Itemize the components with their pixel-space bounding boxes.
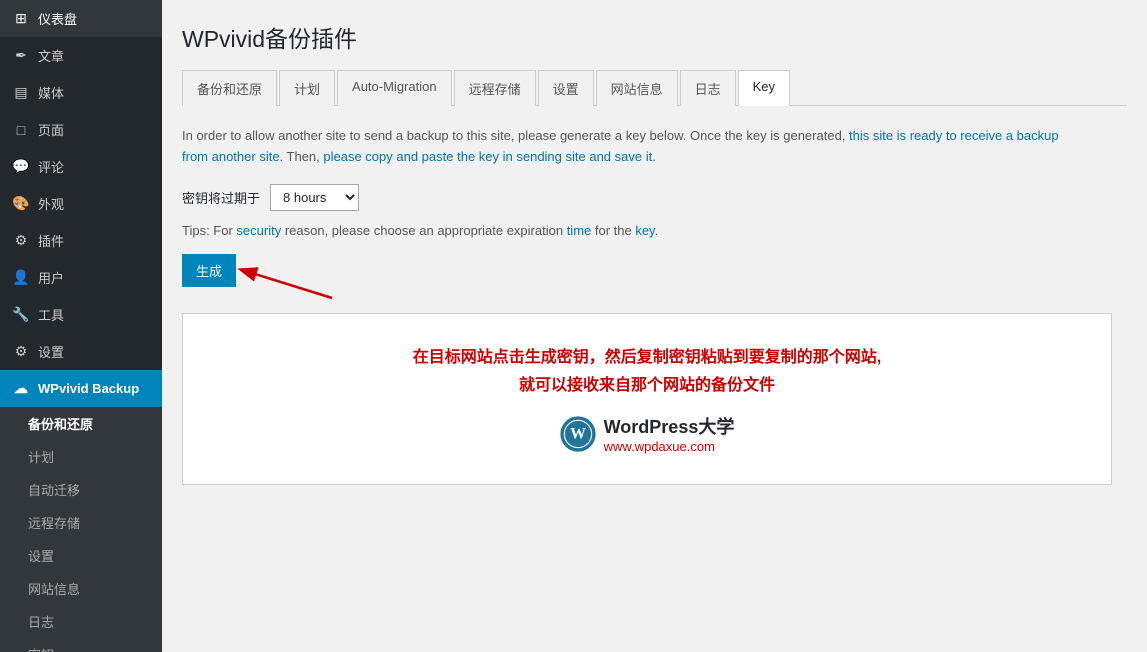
tools-icon: 🔧 [12, 306, 30, 323]
sidebar-item-pages[interactable]: □ 页面 [0, 111, 162, 148]
sidebar-item-appearance[interactable]: 🎨 外观 [0, 185, 162, 222]
content-area: WPvivid备份插件 备份和还原 计划 Auto-Migration 远程存储… [162, 0, 1147, 652]
wordpress-logo: W [560, 416, 596, 452]
generate-section: 生成 [182, 254, 236, 301]
wp-site-url: www.wpdaxue.com [604, 439, 735, 454]
media-icon: ▤ [12, 84, 30, 101]
sidebar-sub-key[interactable]: 密钥 [0, 638, 162, 652]
tab-siteinfo[interactable]: 网站信息 [596, 70, 678, 106]
sidebar-item-label: 评论 [38, 157, 64, 176]
sidebar-item-label: 插件 [38, 231, 64, 250]
tab-remote[interactable]: 远程存储 [454, 70, 536, 106]
sidebar-item-media[interactable]: ▤ 媒体 [0, 74, 162, 111]
sidebar-item-users[interactable]: 👤 用户 [0, 259, 162, 296]
sidebar-sub-siteinfo[interactable]: 网站信息 [0, 572, 162, 605]
sidebar-item-plugins[interactable]: ⚙ 插件 [0, 222, 162, 259]
comments-icon: 💬 [12, 158, 30, 175]
settings-icon: ⚙ [12, 343, 30, 360]
page-title: WPvivid备份插件 [182, 20, 1127, 54]
tab-log[interactable]: 日志 [680, 70, 736, 106]
users-icon: 👤 [12, 269, 30, 286]
posts-icon: ✒ [12, 47, 30, 64]
sidebar-item-label: 用户 [38, 268, 64, 287]
sidebar: ⊞ 仪表盘 ✒ 文章 ▤ 媒体 □ 页面 💬 评论 🎨 外观 ⚙ 插件 👤 用户… [0, 0, 162, 652]
tab-key[interactable]: Key [738, 70, 790, 106]
tips-text: Tips: For security reason, please choose… [182, 223, 1127, 238]
sidebar-item-label: 文章 [38, 46, 64, 65]
expiry-label: 密钥将过期于 [182, 188, 260, 207]
sidebar-sub-automigration[interactable]: 自动迁移 [0, 473, 162, 506]
svg-text:W: W [570, 425, 586, 442]
sidebar-item-label: 仪表盘 [38, 9, 77, 28]
tab-automigration[interactable]: Auto-Migration [337, 70, 452, 106]
generate-button[interactable]: 生成 [182, 254, 236, 287]
pages-icon: □ [12, 122, 30, 138]
sidebar-item-posts[interactable]: ✒ 文章 [0, 37, 162, 74]
sidebar-item-dashboard[interactable]: ⊞ 仪表盘 [0, 0, 162, 37]
wp-site-info: WordPress大学 www.wpdaxue.com [604, 413, 735, 454]
tab-backup[interactable]: 备份和还原 [182, 70, 277, 106]
main-content: WPvivid备份插件 备份和还原 计划 Auto-Migration 远程存储… [162, 0, 1147, 652]
dashboard-icon: ⊞ [12, 10, 30, 27]
sidebar-sub-menu: 备份和还原 计划 自动迁移 远程存储 设置 网站信息 日志 密钥 [0, 407, 162, 652]
sidebar-item-label: 页面 [38, 120, 64, 139]
sidebar-item-settings[interactable]: ⚙ 设置 [0, 333, 162, 370]
appearance-icon: 🎨 [12, 195, 30, 212]
plugins-icon: ⚙ [12, 232, 30, 249]
wp-site-name: WordPress大学 [604, 413, 735, 439]
sidebar-item-label: 外观 [38, 194, 64, 213]
tabs-bar: 备份和还原 计划 Auto-Migration 远程存储 设置 网站信息 日志 … [182, 70, 1127, 106]
sidebar-wpvivid[interactable]: ☁ WPvivid Backup [0, 370, 162, 407]
sidebar-sub-log[interactable]: 日志 [0, 605, 162, 638]
sidebar-item-label: 工具 [38, 305, 64, 324]
tab-schedule[interactable]: 计划 [279, 70, 335, 106]
tab-settings[interactable]: 设置 [538, 70, 594, 106]
wpvivid-icon: ☁ [12, 380, 30, 397]
sidebar-item-tools[interactable]: 🔧 工具 [0, 296, 162, 333]
expiry-select[interactable]: 1 hours 2 hours 4 hours 8 hours 12 hours… [270, 184, 359, 211]
wp-logo-area: W WordPress大学 www.wpdaxue.com [560, 413, 735, 454]
expiry-row: 密钥将过期于 1 hours 2 hours 4 hours 8 hours 1… [182, 184, 1127, 211]
sidebar-item-comments[interactable]: 💬 评论 [0, 148, 162, 185]
sidebar-sub-backup[interactable]: 备份和还原 [0, 407, 162, 440]
red-arrow-annotation [222, 258, 342, 308]
sidebar-sub-remote[interactable]: 远程存储 [0, 506, 162, 539]
annotation-text: 在目标网站点击生成密钥，然后复制密钥粘贴到要复制的那个网站, 就可以接收来自那个… [413, 344, 881, 402]
sidebar-item-label: 设置 [38, 342, 64, 361]
sidebar-sub-schedule[interactable]: 计划 [0, 440, 162, 473]
key-description: In order to allow another site to send a… [182, 126, 1082, 168]
sidebar-sub-settings[interactable]: 设置 [0, 539, 162, 572]
sidebar-item-label: 媒体 [38, 83, 64, 102]
wpvivid-label: WPvivid Backup [38, 381, 139, 396]
content-box: 在目标网站点击生成密钥，然后复制密钥粘贴到要复制的那个网站, 就可以接收来自那个… [182, 313, 1112, 486]
